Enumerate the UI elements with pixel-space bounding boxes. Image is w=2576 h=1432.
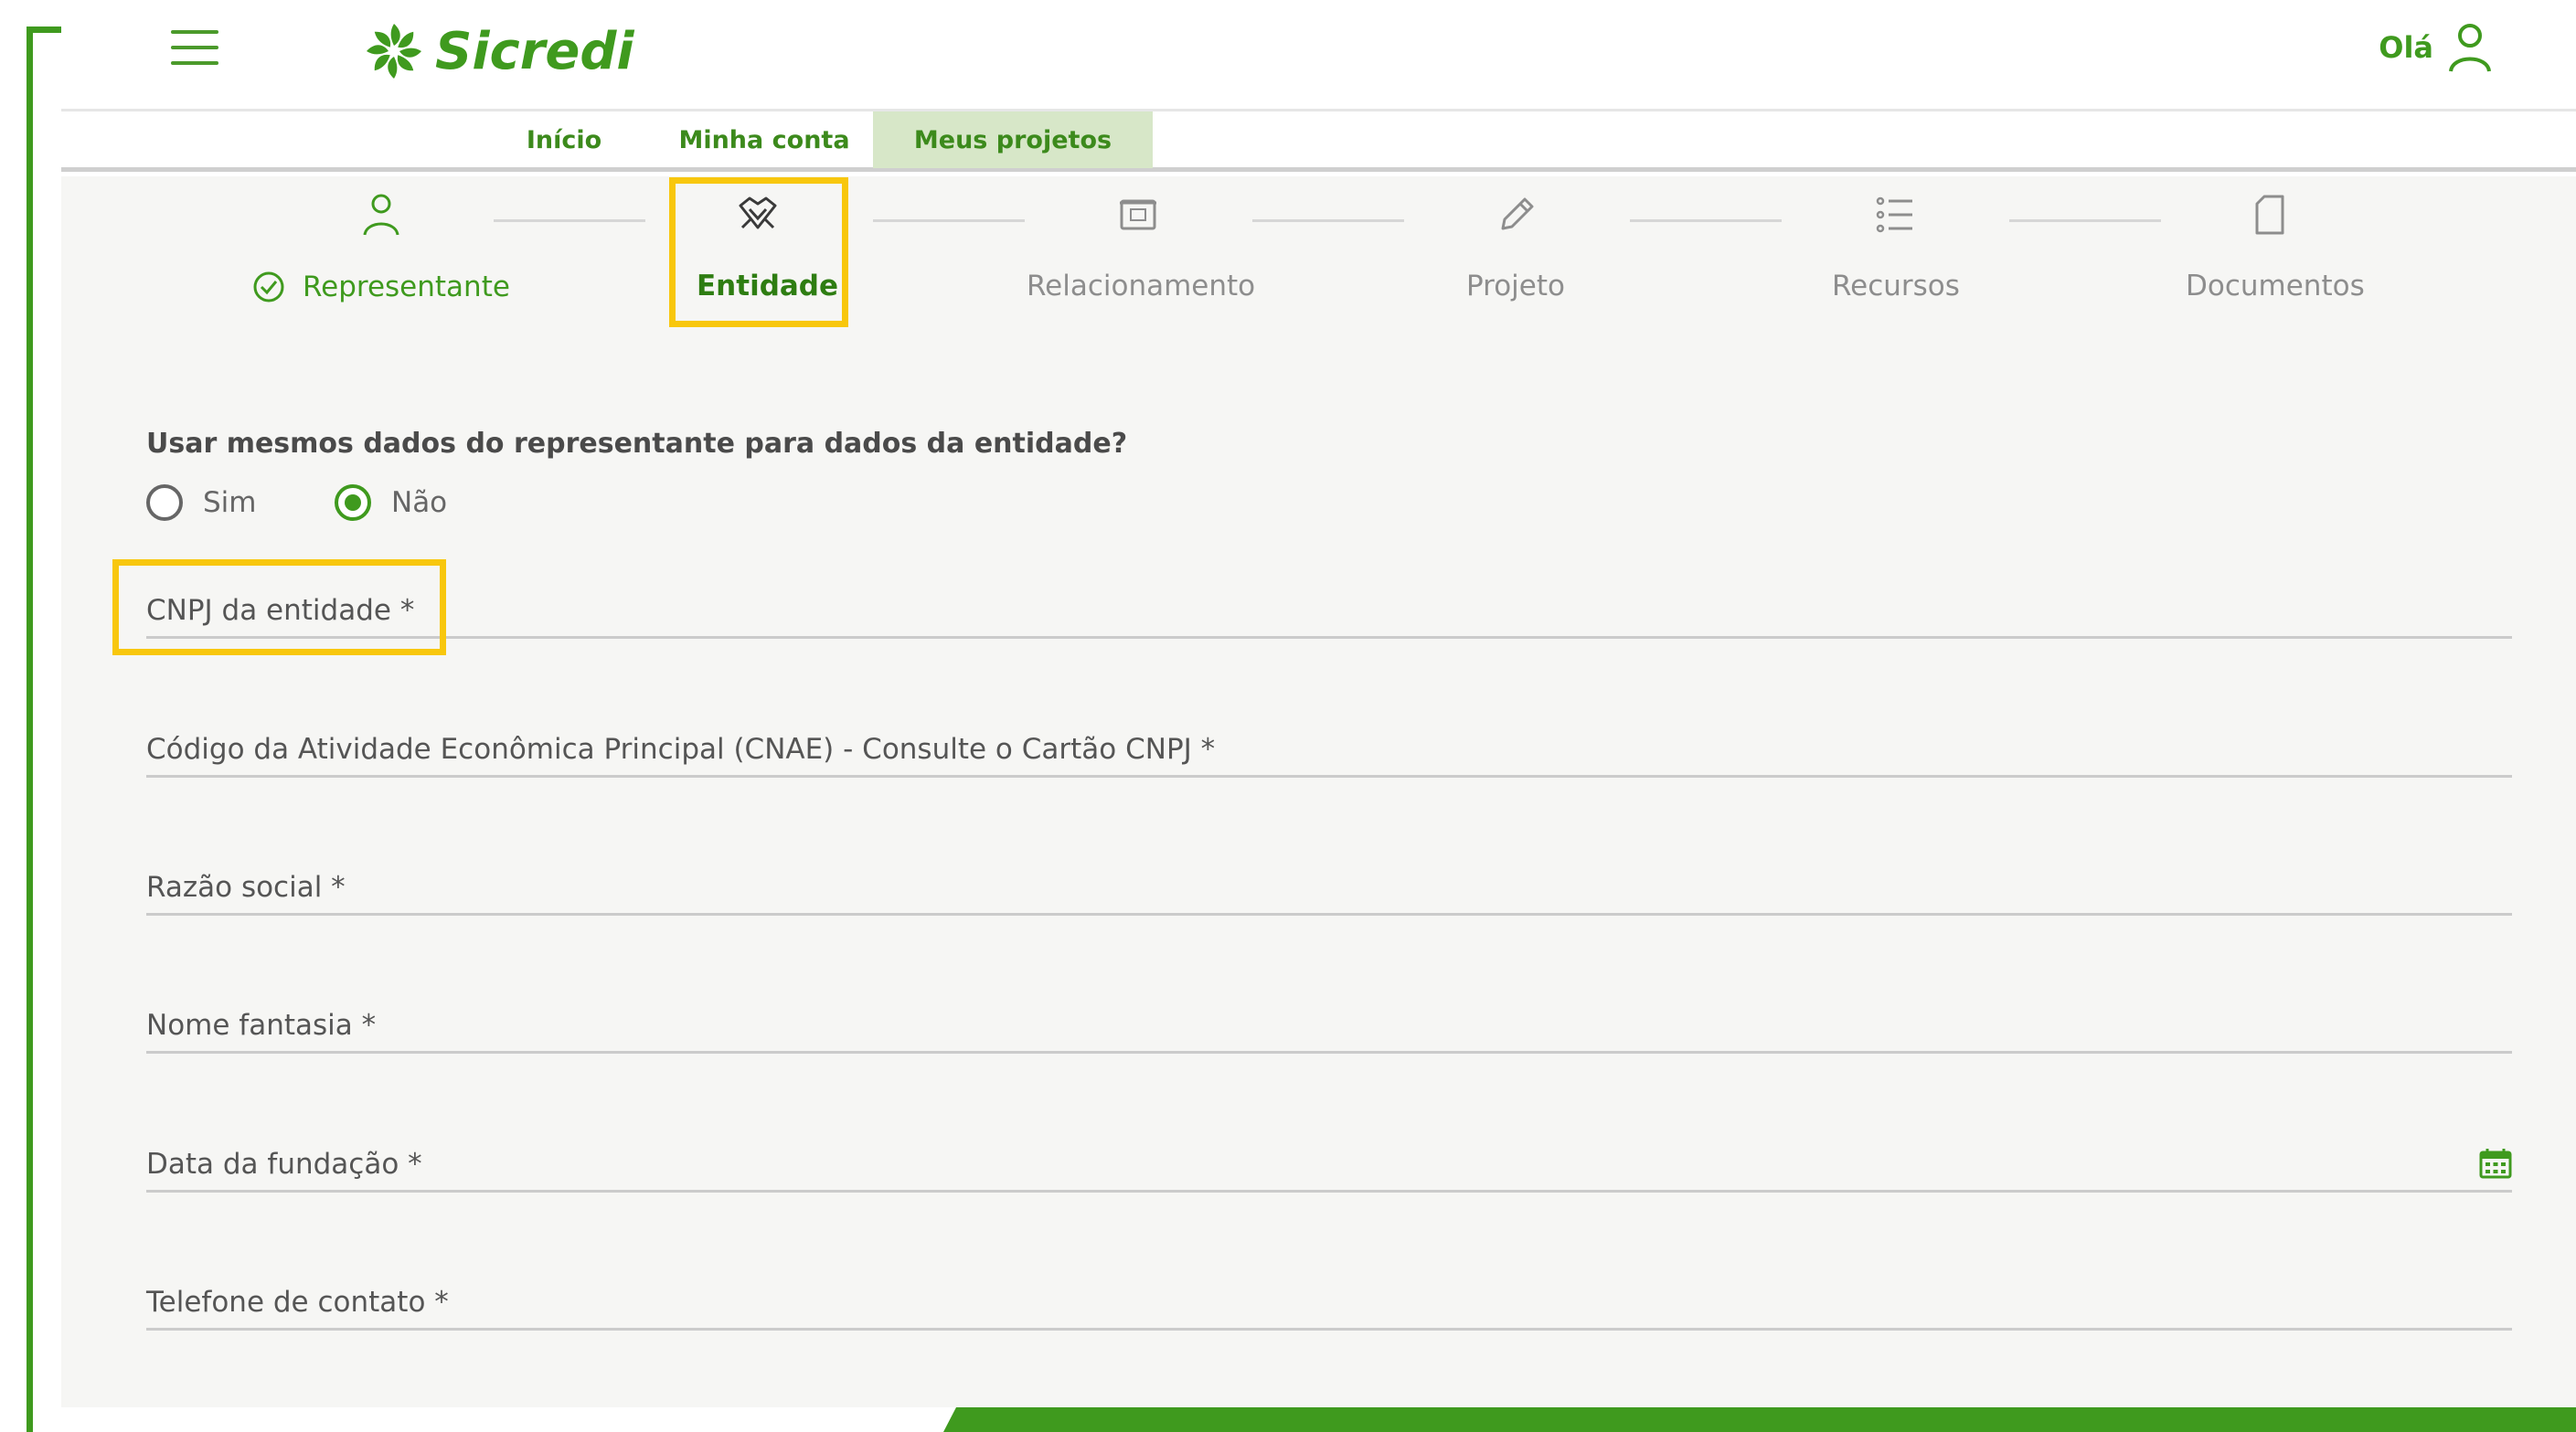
radio-sim[interactable]: Sim [146,484,257,521]
cnae-field[interactable]: Código da Atividade Econômica Principal … [146,714,2512,778]
tab-inicio[interactable]: Início [473,111,655,168]
step-label-representante: Representante [303,270,510,303]
telefone-field[interactable]: Telefone de contato * [146,1267,2512,1331]
form-panel [61,176,2576,1407]
logo-text: Sicredi [435,21,634,81]
app-header: Sicredi Olá [61,0,2576,111]
nome-fantasia-label: Nome fantasia * [146,1009,377,1042]
tab-meus-projetos[interactable]: Meus projetos [873,111,1153,168]
razao-social-label: Razão social * [146,871,346,904]
data-fundacao-field[interactable]: Data da fundação * [146,1129,2512,1193]
step-connector [1252,219,1404,222]
radio-circle [335,484,371,521]
sicredi-flower-icon [367,24,421,79]
list-icon [1872,192,1918,238]
nome-fantasia-field[interactable]: Nome fantasia * [146,990,2512,1054]
calendar-icon[interactable] [2479,1148,2512,1179]
step-documentos[interactable]: Documentos [2186,270,2365,302]
pencil-icon [1494,192,1539,238]
cnae-label: Código da Atividade Econômica Principal … [146,733,1216,766]
frame-left-bar [27,27,33,1432]
radio-sim-label: Sim [203,486,257,519]
data-fundacao-label: Data da fundação * [146,1148,422,1181]
step-projeto[interactable]: Projeto [1466,270,1565,302]
greeting-text: Olá [2379,30,2433,65]
step-connector [873,219,1025,222]
radio-nao[interactable]: Não [335,484,447,521]
sicredi-logo[interactable]: Sicredi [364,15,634,88]
highlight-entidade-step [669,177,848,327]
step-representante[interactable]: Representante [251,270,510,304]
bank-card-icon [1115,192,1161,238]
main-nav: Início Minha conta Meus projetos [61,111,2576,172]
document-icon [2247,192,2293,238]
bottom-accent-band [943,1407,2576,1432]
step-connector [2009,219,2161,222]
user-greeting[interactable]: Olá [2379,22,2494,73]
step-relacionamento[interactable]: Relacionamento [1027,270,1255,302]
frame-top-bar [27,27,63,33]
radio-circle [146,484,183,521]
radio-nao-label: Não [391,486,448,519]
check-circle-icon [253,271,284,302]
step-recursos[interactable]: Recursos [1832,270,1960,302]
person-icon [358,192,404,238]
highlight-cnpj-field [112,559,446,655]
step-connector [1630,219,1782,222]
telefone-label: Telefone de contato * [146,1286,449,1319]
same-data-question: Usar mesmos dados do representante para … [146,428,1128,460]
cnpj-field[interactable]: CNPJ da entidade * [146,575,2512,639]
user-icon [2449,24,2491,72]
tab-minha-conta[interactable]: Minha conta [655,111,873,168]
menu-icon[interactable] [171,30,218,70]
step-connector [494,219,645,222]
razao-social-field[interactable]: Razão social * [146,852,2512,916]
